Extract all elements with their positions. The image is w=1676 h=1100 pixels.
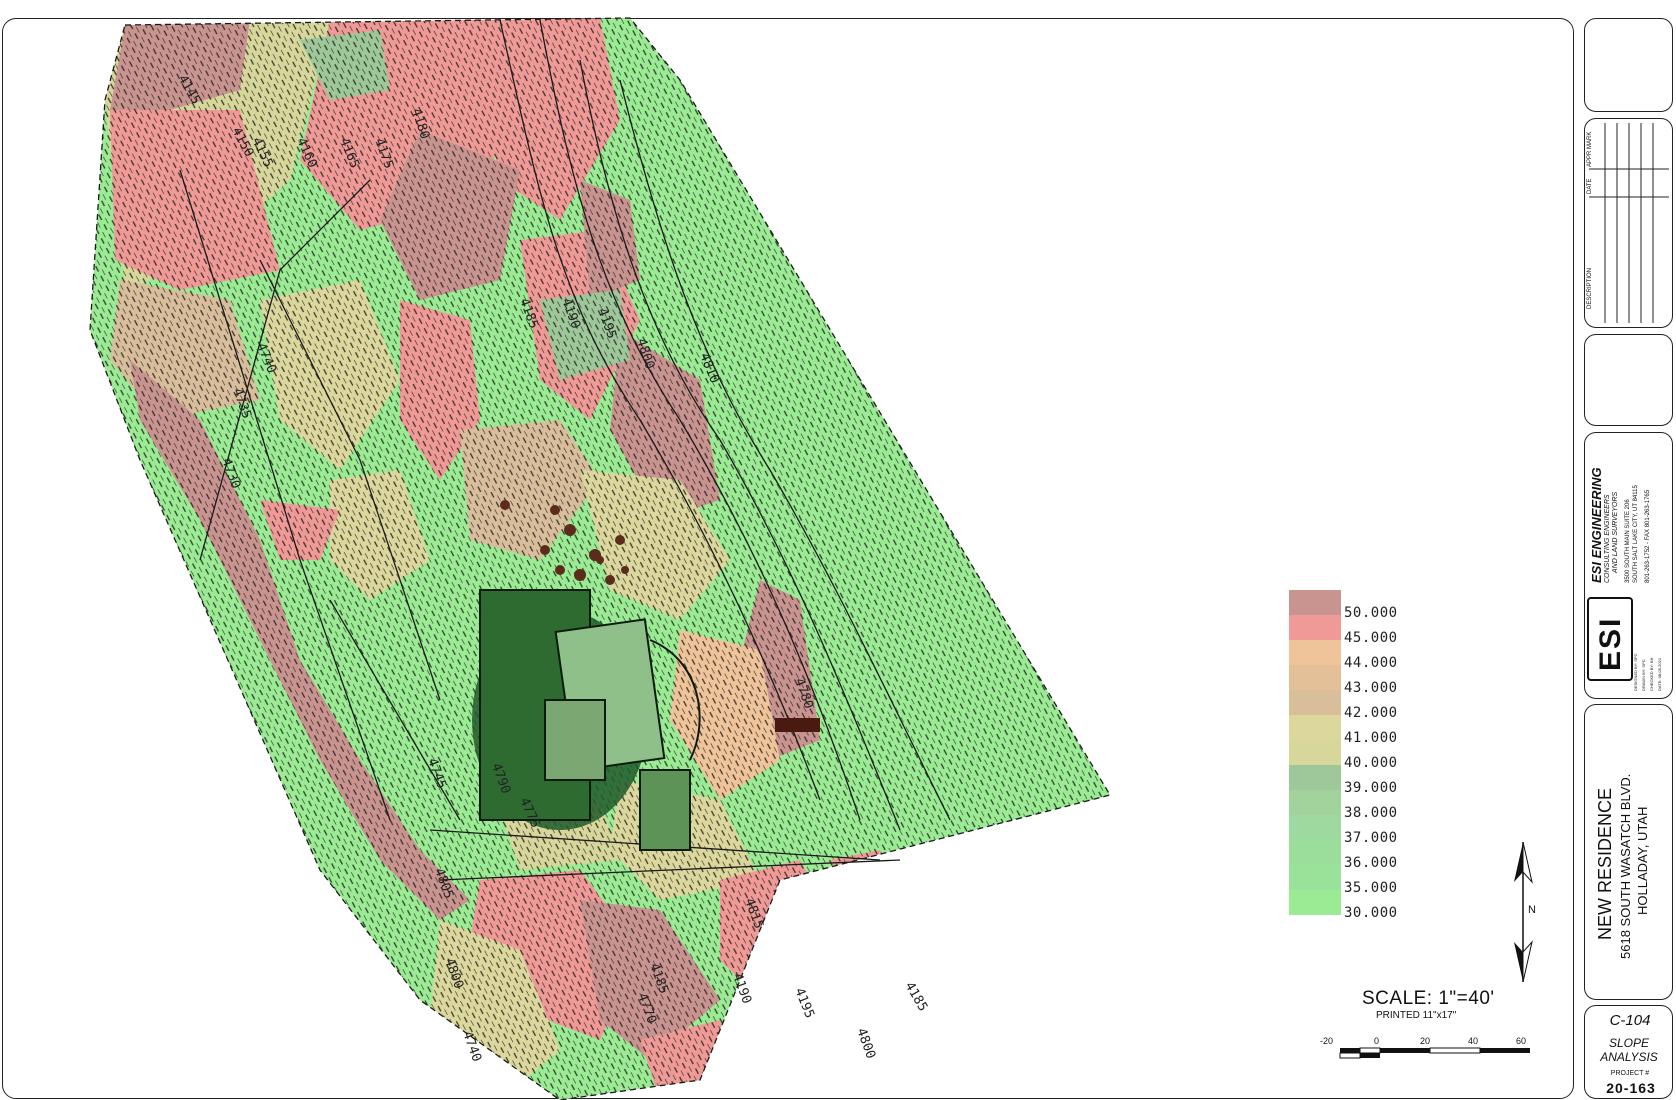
- scale-tick-label: -20: [1320, 1036, 1333, 1046]
- legend-label: 50.000: [1344, 605, 1398, 621]
- firm-sub2: AND LAND SURVEYORS: [1612, 491, 1619, 573]
- checked-by: CHECKED BY: BH: [1649, 657, 1654, 691]
- legend-swatch: [1289, 715, 1341, 740]
- garage: [544, 699, 606, 781]
- north-label: N: [1528, 904, 1536, 916]
- firm-addr1: 3500 SOUTH MAIN SUITE 206: [1625, 499, 1631, 583]
- legend-swatch: [1289, 865, 1341, 890]
- legend-label: 37.000: [1344, 830, 1398, 846]
- scale-title: SCALE: 1"=40': [1362, 988, 1495, 1009]
- project-title: NEW RESIDENCE: [1595, 787, 1615, 940]
- legend-swatch: [1289, 815, 1341, 840]
- legend-swatches: [1289, 590, 1341, 915]
- rev-header-date: DATE: [1587, 178, 1593, 194]
- legend-label: 44.000: [1344, 655, 1398, 671]
- legend-swatch: [1289, 765, 1341, 790]
- title-block-empty-top: [1584, 18, 1673, 112]
- legend-label: 45.000: [1344, 630, 1398, 646]
- scale-printed-size: PRINTED 11"x17": [1376, 1010, 1457, 1021]
- firm-block: ESI ENGINEERING CONSULTING ENGINEERS AND…: [1584, 432, 1673, 699]
- project-number-label: PROJECT #: [1610, 1070, 1650, 1077]
- scale-tick-label: 40: [1468, 1036, 1478, 1046]
- legend-label: 40.000: [1344, 755, 1398, 771]
- legend-swatch: [1289, 840, 1341, 865]
- driveway-block: [775, 718, 820, 732]
- legend-swatch: [1289, 640, 1341, 665]
- scale-tick-label: 0: [1374, 1036, 1379, 1046]
- sheet-title-line2: ANALYSIS: [1600, 1050, 1658, 1064]
- legend-swatch: [1289, 690, 1341, 715]
- legend-swatch: [1289, 790, 1341, 815]
- project-city: HOLLADAY, UTAH: [1635, 806, 1650, 915]
- deck: [639, 769, 691, 851]
- legend-label: 43.000: [1344, 680, 1398, 696]
- scale-tick-label: 60: [1516, 1036, 1526, 1046]
- legend-swatch: [1289, 740, 1341, 765]
- title-block-empty-mid: [1584, 334, 1673, 426]
- legend-swatch: [1289, 615, 1341, 640]
- scale-tick-label: 20: [1420, 1036, 1430, 1046]
- project-number: 20-163: [1606, 1080, 1656, 1096]
- firm-sub1: CONSULTING ENGINEERS: [1604, 494, 1611, 583]
- legend-label: 30.000: [1344, 905, 1398, 921]
- contour-elevation-label: 4800: [853, 1026, 878, 1061]
- scale-bar: -20 0 20 40 60: [1320, 1036, 1530, 1059]
- drawn-by: DRAWN BY: SPC: [1641, 659, 1646, 691]
- date-field: DATE: 08-05-2021: [1657, 657, 1662, 691]
- legend-label: 39.000: [1344, 780, 1398, 796]
- rev-header-appr: APPR: [1587, 150, 1593, 167]
- legend-swatch: [1289, 590, 1341, 615]
- firm-phone: 801-263-1752 - FAX 801-263-1765: [1645, 489, 1651, 583]
- legend-label: 35.000: [1344, 880, 1398, 896]
- legend-swatch: [1289, 665, 1341, 690]
- sheet-number: C-104: [1609, 1012, 1651, 1029]
- rev-header-description: DESCRIPTION: [1587, 267, 1593, 309]
- esi-logo: ESI: [1587, 597, 1633, 681]
- legend-label: 36.000: [1344, 855, 1398, 871]
- designed-by: DESIGNED BY: SPC: [1633, 653, 1638, 691]
- firm-addr2: SOUTH SALT LAKE CITY, UT 84115: [1633, 485, 1639, 583]
- revision-block: DESCRIPTION DATE APPR MARK: [1584, 118, 1673, 328]
- project-block: NEW RESIDENCE 5618 SOUTH WASATCH BLVD. H…: [1584, 704, 1673, 1000]
- contour-elevation-label: 4195: [791, 986, 817, 1021]
- contour-elevation-label: 4185: [902, 980, 931, 1015]
- sheet-title-line1: SLOPE: [1608, 1036, 1650, 1050]
- sheet-title: SLOPE ANALYSIS: [1592, 1036, 1666, 1064]
- legend-swatch: [1289, 890, 1341, 915]
- rev-header-mark: MARK: [1587, 131, 1593, 149]
- slope-map: 414541504155 4160 4165 417541804185 4190 4195…: [89, 17, 1112, 1100]
- legend-label: 42.000: [1344, 705, 1398, 721]
- esi-logo-text: ESI: [1594, 616, 1627, 671]
- firm-name: ESI ENGINEERING: [1589, 467, 1604, 583]
- north-arrow: N: [1508, 841, 1538, 987]
- legend-label: 41.000: [1344, 730, 1398, 746]
- project-address: 5618 SOUTH WASATCH BLVD.: [1618, 773, 1633, 959]
- legend-label: 38.000: [1344, 805, 1398, 821]
